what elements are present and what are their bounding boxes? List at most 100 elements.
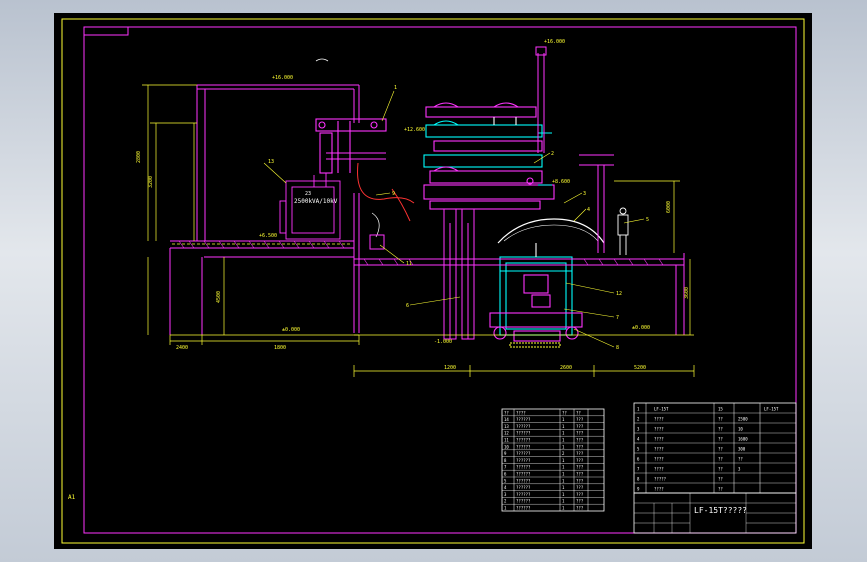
spec-table-cell: 10 <box>738 427 743 432</box>
parts-table-cell: 10 <box>504 444 509 449</box>
parts-table-cell: ??? <box>576 499 584 504</box>
parts-table-cell: ??? <box>576 465 584 470</box>
spec-table-cell: 2 <box>637 417 640 422</box>
spec-table-cell: 15 <box>718 407 723 412</box>
callout-leaders <box>263 90 645 348</box>
spec-table-cell: ???? <box>654 467 664 472</box>
parts-table-cell: 8 <box>504 458 507 463</box>
ladle-car <box>489 312 583 348</box>
spec-table-cell: 7 <box>637 467 640 472</box>
human-figure <box>617 207 629 255</box>
spec-table-cell: ?? <box>718 457 723 462</box>
parts-table: ???????? ??14?????? 1 ???13?????? 1 ???12????… <box>501 408 605 512</box>
elev-ground-right: ±0.000 <box>632 325 650 331</box>
parts-table-cell: 3 <box>504 492 507 497</box>
parts-table-cell: 6 <box>504 472 507 477</box>
parts-table-cell: 2 <box>562 451 565 456</box>
elev-hoist: +16.000 <box>544 39 565 45</box>
parts-table-cell: ?????? <box>516 472 531 477</box>
spec-table-cell: LF-15T <box>764 407 779 412</box>
parts-table-cell: 14 <box>504 417 509 422</box>
parts-table-header: ?? <box>576 410 581 415</box>
elev-pit: -1.000 <box>434 339 452 345</box>
elev-mid: +8.600 <box>552 179 570 185</box>
callout-12: 12 <box>616 291 622 297</box>
spec-table-cell: 5 <box>637 447 640 452</box>
drawing-viewport[interactable]: A1 2800 3200 4500 2400 1800 +16.000 ±0.0… <box>54 13 812 549</box>
spec-table-cell: ?? <box>718 427 723 432</box>
spec-table-cell: ???? <box>654 417 664 422</box>
parts-table-cell: ?????? <box>516 478 531 483</box>
dim-label-3: 4500 <box>216 291 222 303</box>
parts-table-cell: ??? <box>576 478 584 483</box>
callout-7: 7 <box>616 315 619 321</box>
inner-frame <box>83 26 797 534</box>
spec-table-cell: 1600 <box>738 437 748 442</box>
transformer-label: 2500kVA/10kV <box>294 198 338 205</box>
parts-table-cell: ??? <box>576 417 584 422</box>
transformer-sub: 23 <box>305 191 311 197</box>
hose-curve <box>371 212 380 238</box>
dim-label-7: 3600 <box>684 287 690 299</box>
parts-table-cell: ?????? <box>516 438 531 443</box>
callout-4: 4 <box>587 207 590 213</box>
parts-table-cell: 1 <box>562 438 565 443</box>
spec-table-cell: ?? <box>738 457 743 462</box>
spec-table-cell: ?? <box>718 447 723 452</box>
parts-table-cell: ??? <box>576 424 584 429</box>
parts-table-cell: 13 <box>504 424 509 429</box>
parts-table-cell: ??? <box>576 458 584 463</box>
parts-table-cell: 1 <box>562 465 565 470</box>
parts-table-cell: 2 <box>504 499 507 504</box>
spec-table-cell: ????? <box>654 477 667 482</box>
elev-ground-left: ±0.000 <box>282 327 300 333</box>
parts-table-cell: 1 <box>562 485 565 490</box>
parts-table-cell: 1 <box>562 492 565 497</box>
transformer <box>279 173 341 240</box>
parts-table-cell: 1 <box>562 472 565 477</box>
callout-11: 11 <box>406 261 412 267</box>
furnace-roof <box>497 218 605 244</box>
spec-table-cell: 3 <box>637 427 640 432</box>
cable-curve <box>357 162 415 204</box>
dim-label-4: 2400 <box>176 345 188 351</box>
transformer-callout: 13 <box>268 159 274 165</box>
parts-table-cell: ?????? <box>516 451 531 456</box>
spec-table-cell: ?? <box>718 487 723 492</box>
spec-table-cell: ???? <box>654 437 664 442</box>
dim-label-10: 5200 <box>634 365 646 371</box>
elev-top: +16.000 <box>272 75 293 81</box>
callout-3: 3 <box>583 191 586 197</box>
spec-table-cell: 4 <box>637 437 640 442</box>
left-building <box>169 84 360 335</box>
spec-table-cell: ???? <box>654 487 664 492</box>
electrode-mast-left <box>315 118 387 174</box>
callout-9: 9 <box>392 191 395 197</box>
parts-table-cell: 9 <box>504 451 507 456</box>
parts-table-cell: 1 <box>562 506 565 511</box>
dim-label-2: 3200 <box>148 176 154 188</box>
spec-table-cell: 2500 <box>738 417 748 422</box>
parts-table-cell: 1 <box>562 444 565 449</box>
parts-table-cell: ??? <box>576 451 584 456</box>
parts-table-cell: 1 <box>562 478 565 483</box>
parts-table-cell: 1 <box>562 458 565 463</box>
drawing-title: LF-15T????? <box>694 506 747 515</box>
callout-2: 2 <box>551 151 554 157</box>
cad-drawing: A1 2800 3200 4500 2400 1800 +16.000 ±0.0… <box>61 18 805 544</box>
spec-table-cell: 3 <box>738 467 741 472</box>
parts-table-cell: 11 <box>504 438 509 443</box>
parts-table-cell: ??? <box>576 492 584 497</box>
parts-table-cell: ?????? <box>516 417 531 422</box>
parts-table-cell: 4 <box>504 485 507 490</box>
parts-table-cell: ??? <box>576 472 584 477</box>
elev-upper: +12.600 <box>404 127 425 133</box>
spec-table-cell: ?? <box>718 437 723 442</box>
small-cabinet <box>369 234 385 250</box>
parts-table-header: ?? <box>504 410 509 415</box>
left-dimensions <box>142 84 360 345</box>
spec-table-cell: 1 <box>637 407 640 412</box>
outer-frame <box>61 18 805 544</box>
spec-table-cell: ?? <box>718 477 723 482</box>
parts-table-cell: 1 <box>562 431 565 436</box>
